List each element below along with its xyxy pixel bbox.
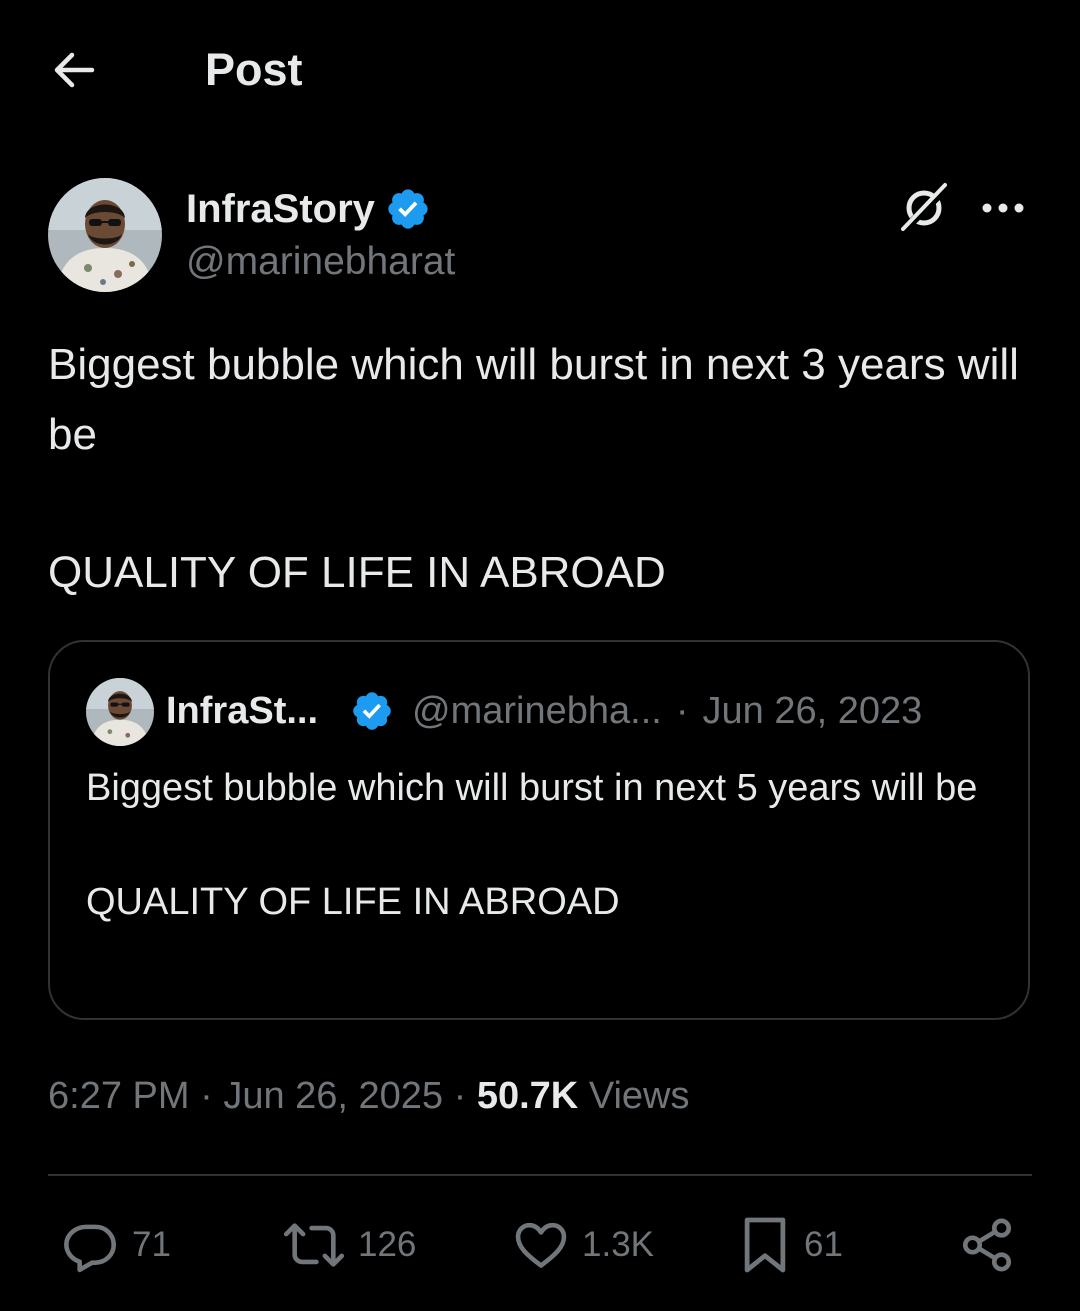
- avatar-image: [48, 178, 162, 292]
- post-time[interactable]: 6:27 PM: [48, 1075, 190, 1117]
- like-button[interactable]: 1.3K: [512, 1212, 654, 1278]
- separator-dot: ·: [200, 1075, 213, 1117]
- quoted-author-handle: @marinebha...: [412, 689, 662, 732]
- more-horizontal-icon: [982, 203, 1024, 213]
- share-icon: [962, 1218, 1012, 1272]
- post-text: Biggest bubble which will burst in next …: [48, 330, 1033, 608]
- avatar-image: [86, 678, 154, 746]
- back-button[interactable]: [44, 40, 104, 100]
- arrow-left-icon: [54, 52, 95, 88]
- heart-icon: [515, 1222, 567, 1268]
- bookmark-icon: [744, 1217, 786, 1273]
- author-name[interactable]: InfraStory: [186, 187, 375, 232]
- repost-count: 126: [358, 1225, 417, 1264]
- verified-badge-icon: [353, 692, 391, 730]
- author-handle[interactable]: @marinebharat: [186, 240, 455, 284]
- quoted-post-date: Jun 26, 2023: [702, 689, 923, 732]
- separator-dot: ·: [675, 689, 689, 732]
- post-meta: 6:27 PM · Jun 26, 2025 · 50.7K Views: [48, 1070, 690, 1122]
- reply-count: 71: [132, 1225, 171, 1264]
- divider: [48, 1174, 1032, 1176]
- quoted-author-avatar: [86, 678, 154, 746]
- post-text-line: Biggest bubble which will burst in next …: [48, 340, 1019, 459]
- post-text-line: QUALITY OF LIFE IN ABROAD: [48, 548, 666, 597]
- like-count: 1.3K: [582, 1225, 654, 1264]
- repost-icon: [283, 1223, 345, 1267]
- share-button[interactable]: [958, 1212, 1016, 1278]
- more-options-button[interactable]: [976, 180, 1030, 236]
- quoted-text-line: QUALITY OF LIFE IN ABROAD: [86, 881, 620, 923]
- reply-button[interactable]: 71: [62, 1212, 171, 1278]
- views-count: 50.7K: [476, 1075, 579, 1117]
- top-bar: Post: [0, 0, 1080, 140]
- page-title: Post: [205, 44, 303, 95]
- bookmark-count: 61: [804, 1225, 843, 1264]
- grok-button[interactable]: [896, 180, 952, 236]
- quoted-post-text: Biggest bubble which will burst in next …: [86, 760, 996, 931]
- quoted-author-name: InfraSt...: [166, 689, 319, 732]
- separator-dot: ·: [453, 1075, 467, 1117]
- reply-icon: [64, 1224, 117, 1273]
- post-author: InfraStory @marinebharat: [48, 178, 1038, 298]
- repost-button[interactable]: 126: [282, 1212, 416, 1278]
- author-avatar[interactable]: [48, 178, 162, 292]
- action-bar: 71 126 1.3K 61: [0, 1212, 1080, 1282]
- quoted-text-line: Biggest bubble which will burst in next …: [86, 767, 978, 809]
- quoted-post-header: InfraSt... @marinebha... · Jun 26, 2023: [166, 684, 922, 738]
- author-name-row[interactable]: InfraStory: [186, 184, 431, 234]
- verified-badge-icon: [388, 189, 428, 229]
- grok-icon: [901, 183, 950, 232]
- bookmark-button[interactable]: 61: [738, 1212, 843, 1278]
- quoted-post[interactable]: InfraSt... @marinebha... · Jun 26, 2023 …: [48, 640, 1030, 1020]
- post-date[interactable]: Jun 26, 2025: [223, 1075, 443, 1117]
- views-label: Views: [588, 1075, 690, 1117]
